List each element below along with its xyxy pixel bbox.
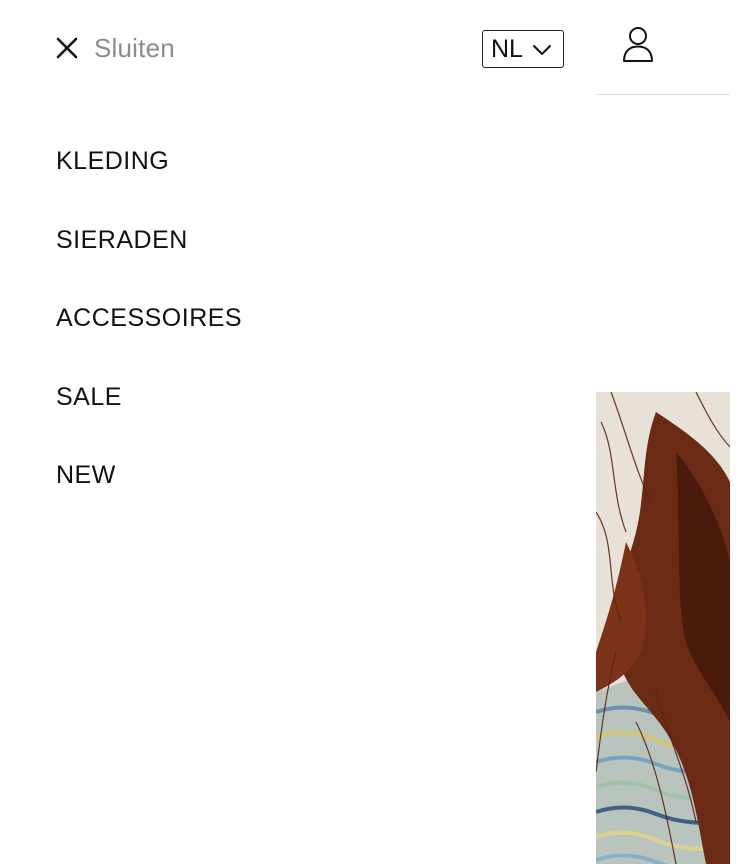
language-value: NL [491,34,523,63]
nav-link-accessoires[interactable]: ACCESSOIRES [56,297,242,339]
nav-link-sale[interactable]: SALE [56,376,122,418]
nav-item-accessoires: ACCESSOIRES [56,297,242,376]
nav-link-sieraden[interactable]: SIERADEN [56,219,188,261]
nav-item-new: NEW [56,454,242,533]
navigation-drawer: Sluiten NL KLEDING SIERADEN ACCESSOIRES … [0,0,596,864]
nav-item-kleding: KLEDING [56,140,242,219]
hero-model-photo[interactable] [596,392,730,864]
language-select[interactable]: NL [482,30,564,68]
nav-item-sieraden: SIERADEN [56,219,242,298]
background-page [596,0,730,864]
account-button[interactable] [618,26,658,66]
main-nav: KLEDING SIERADEN ACCESSOIRES SALE NEW [56,140,242,533]
nav-item-sale: SALE [56,376,242,455]
chevron-down-icon [531,39,553,61]
close-label[interactable]: Sluiten [94,33,175,64]
nav-link-new[interactable]: NEW [56,454,116,496]
user-icon [622,26,654,67]
header-divider [596,94,730,95]
nav-link-kleding[interactable]: KLEDING [56,140,169,182]
close-menu-button[interactable]: Sluiten [54,28,175,68]
page: Sluiten NL KLEDING SIERADEN ACCESSOIRES … [0,0,742,864]
close-icon[interactable] [54,35,80,61]
